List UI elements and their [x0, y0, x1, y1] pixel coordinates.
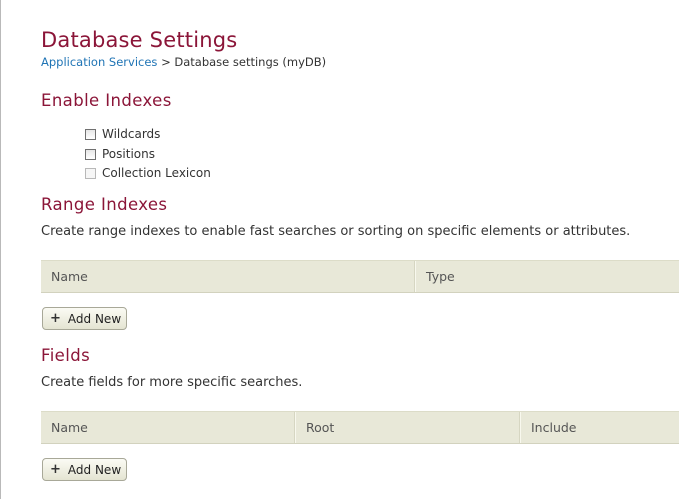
fields-table-header: Name Root Include: [41, 411, 679, 444]
plus-icon: +: [50, 462, 61, 477]
plus-icon: +: [50, 311, 61, 326]
range-col-name[interactable]: Name: [41, 261, 414, 292]
enable-indexes-title: Enable Indexes: [41, 91, 172, 110]
range-add-new-button[interactable]: + Add New: [42, 307, 127, 330]
positions-checkbox[interactable]: [85, 148, 96, 160]
range-indexes-description: Create range indexes to enable fast sear…: [41, 224, 631, 239]
wildcards-label[interactable]: Wildcards: [102, 127, 160, 141]
page-title: Database Settings: [41, 28, 238, 52]
wildcards-option[interactable]: Wildcards: [85, 125, 160, 143]
breadcrumb: Application Services > Database settings…: [41, 55, 326, 69]
fields-description: Create fields for more specific searches…: [41, 375, 303, 390]
collection-lexicon-checkbox: [85, 167, 96, 179]
collection-lexicon-label: Collection Lexicon: [102, 166, 211, 180]
positions-label[interactable]: Positions: [102, 147, 155, 161]
fields-col-include[interactable]: Include: [520, 412, 679, 443]
range-add-new-label: Add New: [67, 311, 122, 326]
fields-col-name[interactable]: Name: [41, 412, 294, 443]
wildcards-checkbox[interactable]: [85, 128, 96, 140]
breadcrumb-separator: >: [161, 55, 171, 69]
positions-option[interactable]: Positions: [85, 145, 155, 163]
fields-col-root[interactable]: Root: [295, 412, 519, 443]
range-indexes-title: Range Indexes: [41, 195, 168, 214]
fields-add-new-button[interactable]: + Add New: [42, 458, 127, 481]
collection-lexicon-option: Collection Lexicon: [85, 164, 211, 182]
range-indexes-table-header: Name Type: [41, 260, 679, 293]
range-col-type[interactable]: Type: [415, 261, 679, 292]
breadcrumb-current: Database settings (myDB): [174, 55, 327, 69]
fields-title: Fields: [41, 346, 91, 365]
breadcrumb-link-application-services[interactable]: Application Services: [41, 55, 157, 69]
fields-add-new-label: Add New: [67, 462, 122, 477]
